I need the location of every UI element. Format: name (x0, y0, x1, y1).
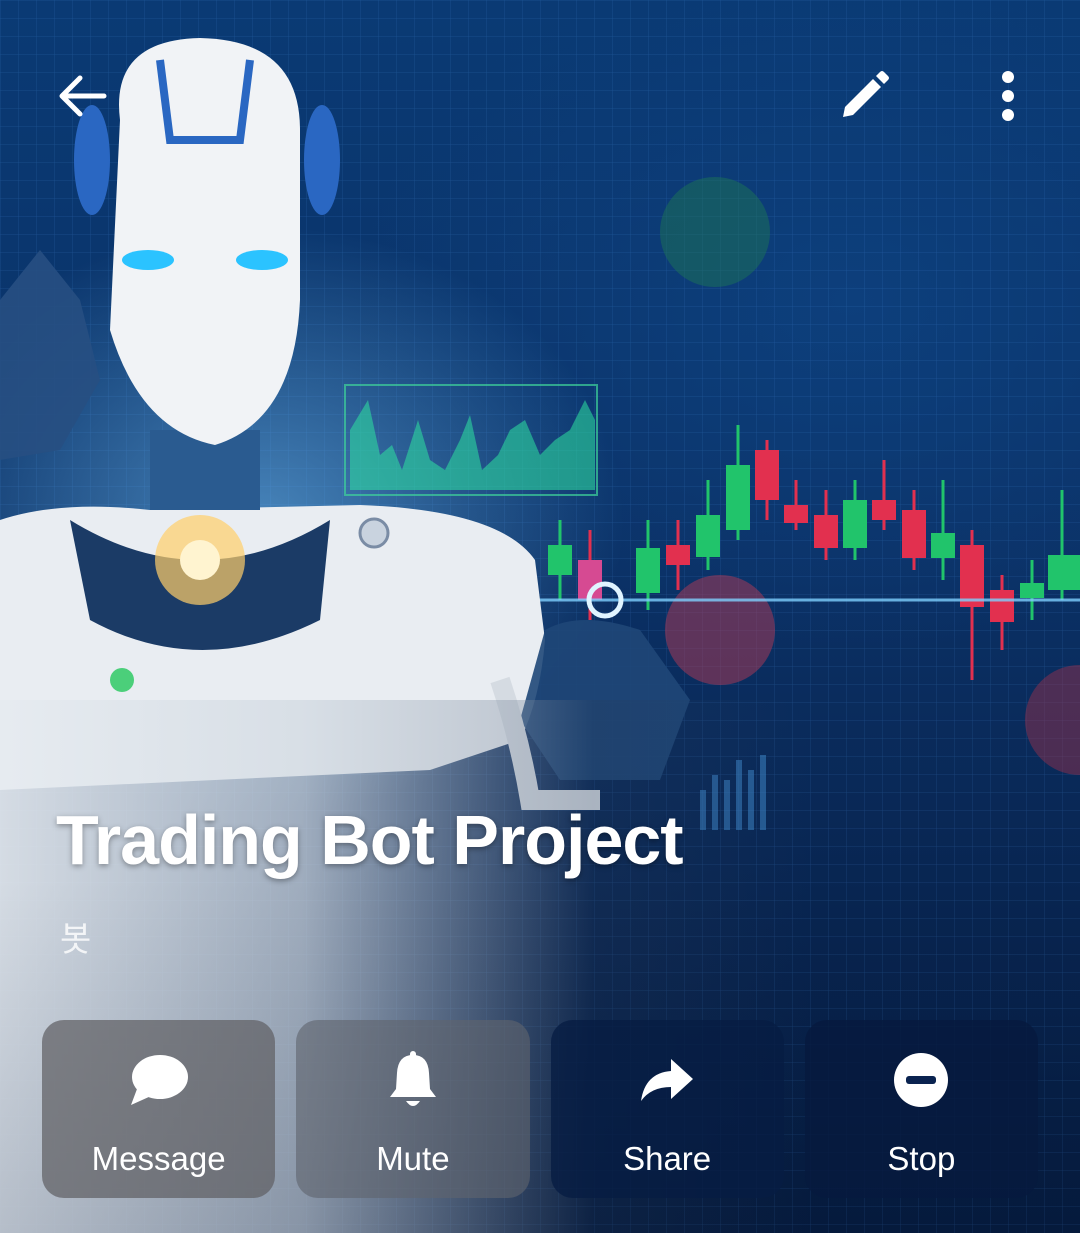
edit-button[interactable] (826, 58, 902, 134)
profile-title: Trading Bot Project (56, 801, 684, 879)
share-button[interactable]: Share (550, 1020, 784, 1198)
back-button[interactable] (44, 58, 120, 134)
bokeh-circle (665, 575, 775, 685)
stop-label: Stop (887, 1140, 956, 1177)
chat-bubble-icon (130, 1055, 188, 1105)
share-arrow-icon (641, 1059, 694, 1101)
minus-circle-icon (894, 1053, 949, 1107)
more-options-button[interactable] (970, 58, 1046, 134)
mute-button[interactable]: Mute (296, 1020, 530, 1198)
profile-subtitle: 봇 (60, 921, 92, 959)
bell-icon (389, 1051, 436, 1106)
mute-label: Mute (376, 1140, 450, 1177)
more-vertical-icon (1002, 71, 1014, 121)
bokeh-circle (660, 177, 770, 287)
pencil-icon (843, 71, 889, 117)
profile-screen: Trading Bot Project 봇 Message Mute Share… (0, 0, 1080, 1233)
area-chart (350, 400, 595, 490)
action-bar: Message Mute Share Stop (42, 1020, 1038, 1198)
stop-button[interactable]: Stop (804, 1020, 1038, 1198)
message-label: Message (91, 1140, 226, 1177)
share-label: Share (623, 1140, 712, 1177)
message-button[interactable]: Message (42, 1020, 276, 1198)
arrow-left-icon (59, 75, 107, 117)
